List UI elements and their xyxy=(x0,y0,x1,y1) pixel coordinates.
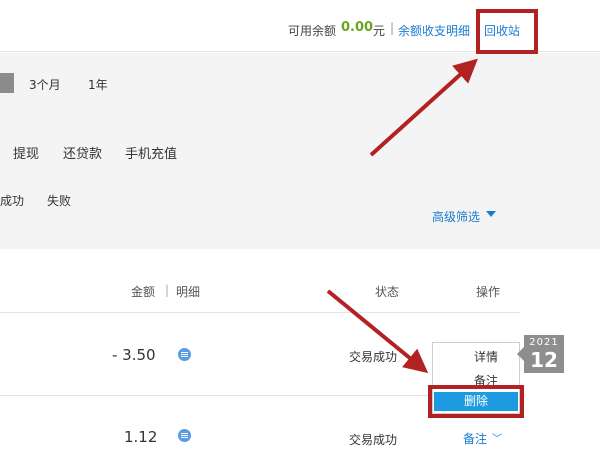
type-filter-repay-loan[interactable]: 还贷款 xyxy=(63,143,102,162)
column-header-divider: | xyxy=(165,283,170,297)
column-header-detail: 明细 xyxy=(176,285,201,299)
header-separator: | xyxy=(390,21,395,35)
column-header-action: 操作 xyxy=(476,285,501,299)
column-header-amount: 金额 xyxy=(131,285,156,299)
calendar-badge: 2021 12 xyxy=(517,335,564,373)
type-filter-phone-recharge[interactable]: 手机充值 xyxy=(125,143,177,162)
table-header xyxy=(0,268,520,313)
calendar-month: 12 xyxy=(530,348,558,372)
row-note-action[interactable]: 备注 xyxy=(463,430,487,447)
period-option-1-year[interactable]: 1年 xyxy=(88,76,108,93)
period-option-selected[interactable] xyxy=(0,73,14,93)
row-status: 交易成功 xyxy=(349,350,398,364)
highlight-box-delete xyxy=(428,385,524,418)
balance-amount: 0.00 xyxy=(341,20,374,35)
highlight-box-recycle xyxy=(476,9,538,54)
detail-list-icon[interactable] xyxy=(178,348,191,361)
caret-down-icon[interactable] xyxy=(486,211,496,217)
column-header-status: 状态 xyxy=(375,285,400,299)
status-filter-success[interactable]: 成功 xyxy=(0,192,24,209)
row-status: 交易成功 xyxy=(349,433,398,447)
row-amount: - 3.50 xyxy=(112,346,156,364)
detail-list-icon[interactable] xyxy=(178,429,191,442)
period-option-3-months[interactable]: 3个月 xyxy=(29,76,61,93)
balance-detail-link[interactable]: 余额收支明细 xyxy=(398,22,470,39)
chevron-down-icon[interactable]: ﹀ xyxy=(492,430,502,445)
dropdown-item-detail[interactable]: 详情 xyxy=(474,348,498,365)
advanced-filter-link[interactable]: 高级筛选 xyxy=(432,208,480,225)
type-filter-withdraw[interactable]: 提现 xyxy=(13,143,39,162)
balance-unit: 元 xyxy=(373,24,386,38)
balance-label: 可用余额 xyxy=(288,24,337,38)
status-filter-failed[interactable]: 失败 xyxy=(47,192,71,209)
row-amount: 1.12 xyxy=(124,428,158,446)
